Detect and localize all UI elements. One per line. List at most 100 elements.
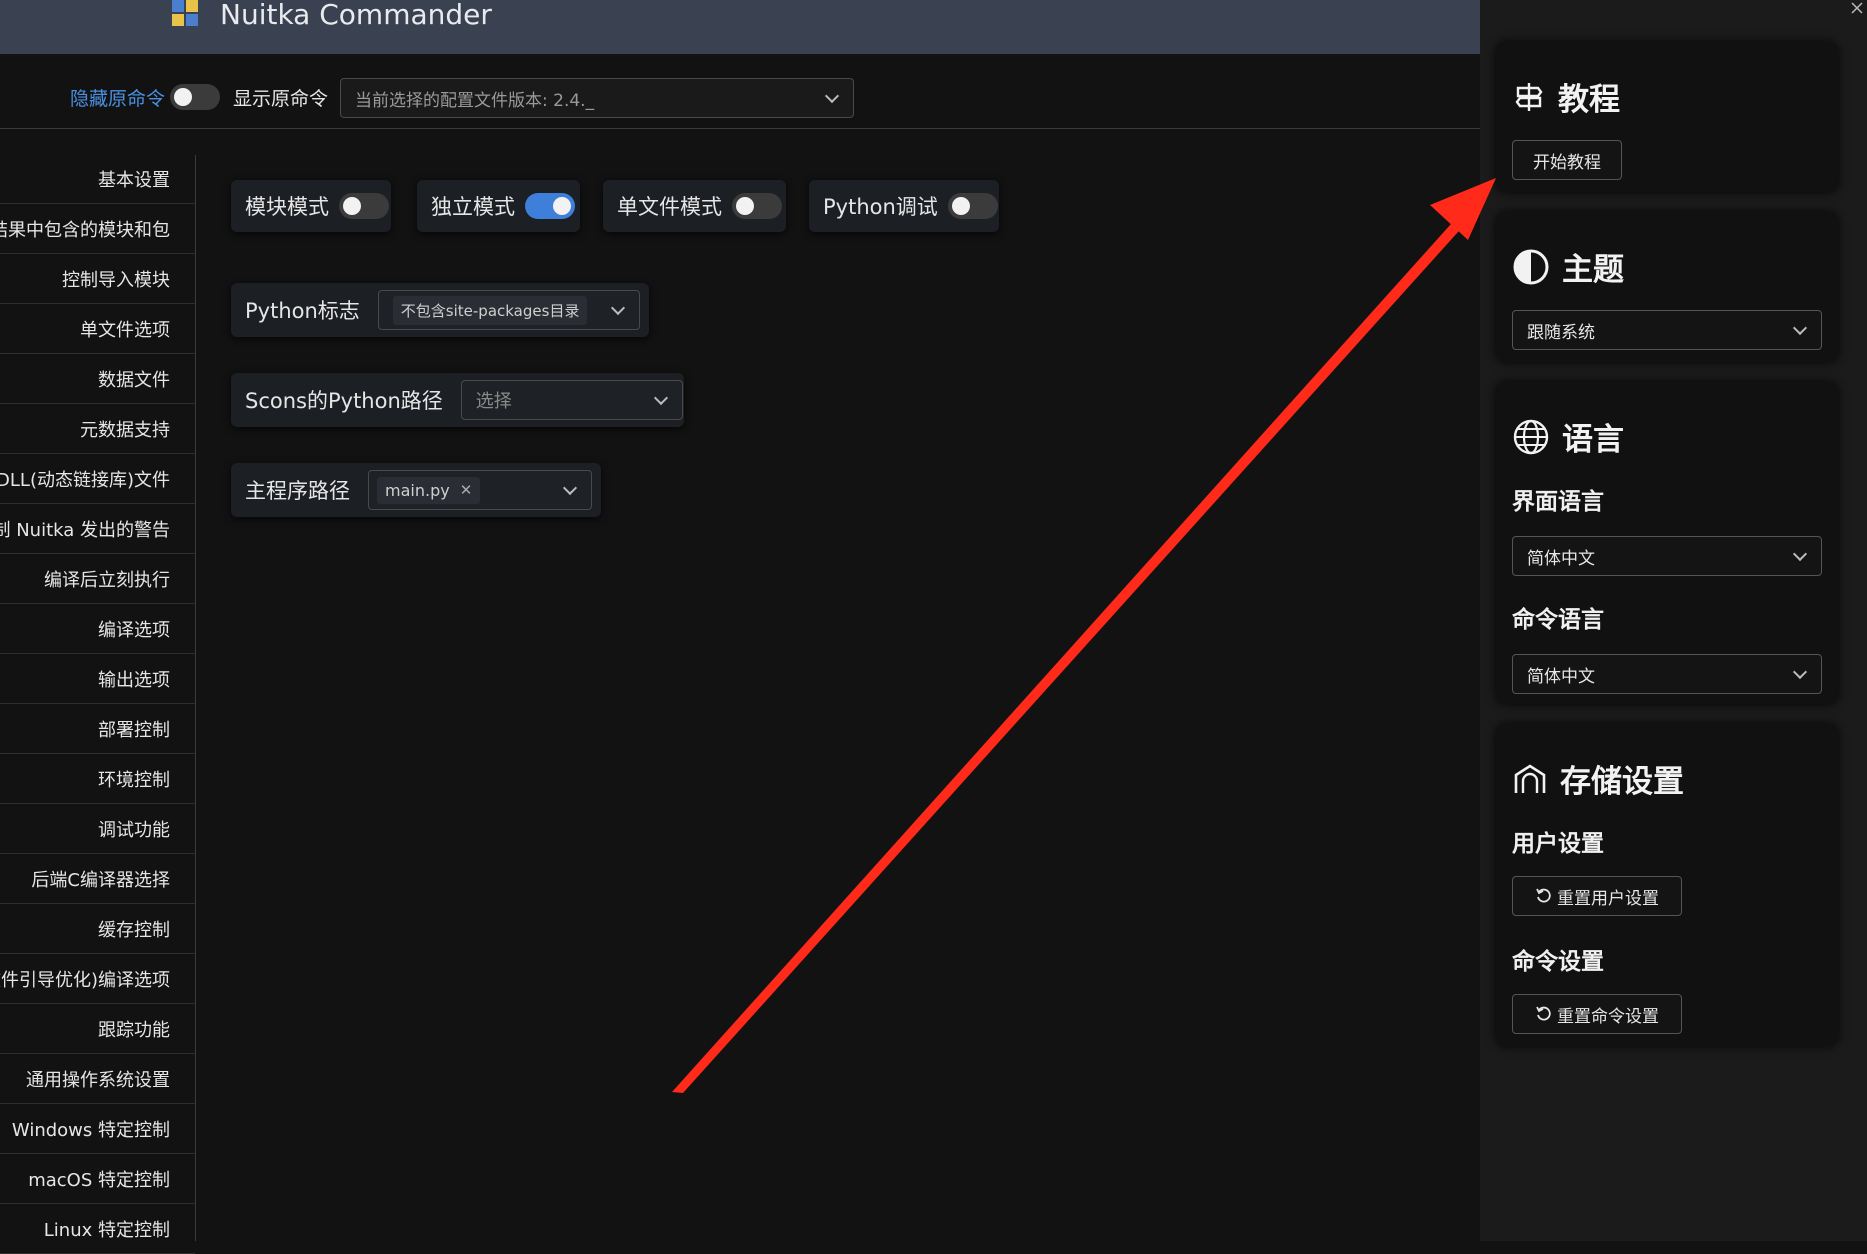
sidebar-item-dll[interactable]: DLL(动态链接库)文件 <box>0 455 195 504</box>
reset-icon <box>1536 1006 1551 1021</box>
sidebar-item-onefile[interactable]: 单文件选项 <box>0 305 195 354</box>
show-command-label[interactable]: 显示原命令 <box>233 84 328 111</box>
toggle-knob <box>736 197 754 215</box>
reset-user-settings-button[interactable]: 重置用户设置 <box>1512 876 1682 916</box>
sidebar-item-os[interactable]: 通用操作系统设置 <box>0 1055 195 1104</box>
remove-tag-icon[interactable]: ✕ <box>460 481 473 499</box>
sidebar-item-modules[interactable]: 结果中包含的模块和包 <box>0 205 195 254</box>
sidebar-item-compile[interactable]: 编译选项 <box>0 605 195 654</box>
onefile-mode-toggle[interactable] <box>732 193 782 219</box>
sidebar-item-basic[interactable]: 基本设置 <box>0 155 195 204</box>
sidebar-item-run-after[interactable]: 编译后立刻执行 <box>0 555 195 604</box>
sidebar-item-metadata[interactable]: 元数据支持 <box>0 405 195 454</box>
scons-path-label: Scons的Python路径 <box>245 389 443 413</box>
sidebar-item-debug[interactable]: 调试功能 <box>0 805 195 854</box>
sidebar-item-label: 控制导入模块 <box>62 270 170 291</box>
sidebar-item-warnings[interactable]: 控制 Nuitka 发出的警告 <box>0 505 195 554</box>
scons-path-select[interactable]: 选择 <box>460 380 683 420</box>
reset-command-settings-button[interactable]: 重置命令设置 <box>1512 994 1682 1034</box>
python-debug-toggle[interactable] <box>947 193 998 219</box>
main-path-select[interactable]: main.py ✕ <box>368 470 592 510</box>
storage-card: 存储设置 用户设置 重置用户设置 命令设置 重置命令设置 <box>1496 724 1838 1046</box>
sidebar-item-windows[interactable]: Windows 特定控制 <box>0 1105 195 1154</box>
sidebar-item-deploy[interactable]: 部署控制 <box>0 705 195 754</box>
main-path-value: main.py <box>385 480 450 500</box>
python-flag-tag: 不包含site-packages目录 <box>392 295 588 325</box>
command-settings-label: 命令设置 <box>1512 949 1604 975</box>
module-mode-toggle[interactable] <box>339 193 389 219</box>
sidebar-item-label: 通用操作系统设置 <box>26 1070 170 1091</box>
sidebar-item-label: PGO(配置文件引导优化)编译选项 <box>0 970 170 991</box>
language-heading: 语言 <box>1512 414 1624 459</box>
sidebar-item-pgo[interactable]: PGO(配置文件引导优化)编译选项 <box>0 955 195 1004</box>
close-icon[interactable] <box>1849 0 1865 16</box>
onefile-mode-label: 单文件模式 <box>617 195 722 219</box>
standalone-mode-toggle[interactable] <box>525 193 575 219</box>
python-flag-card: Python标志 不包含site-packages目录 <box>231 283 649 337</box>
sidebar-item-linux[interactable]: Linux 特定控制 <box>0 1205 195 1254</box>
standalone-mode-card: 独立模式 <box>417 180 580 232</box>
chevron-down-icon <box>1792 546 1808 562</box>
hide-command-label[interactable]: 隐藏原命令 <box>70 84 165 111</box>
storage-title: 存储设置 <box>1560 764 1684 800</box>
sidebar-item-import-control[interactable]: 控制导入模块 <box>0 255 195 304</box>
title-bar: Nuitka Commander <box>0 0 1480 54</box>
main-path-tag: main.py ✕ <box>377 476 481 504</box>
config-version-select[interactable]: 当前选择的配置文件版本: 2.4._ <box>340 78 854 118</box>
scons-path-placeholder: 选择 <box>475 391 512 412</box>
toggle-knob <box>174 88 192 106</box>
python-flag-select[interactable]: 不包含site-packages目录 <box>377 290 640 330</box>
sidebar-item-label: 跟踪功能 <box>98 1020 170 1041</box>
theme-title: 主题 <box>1562 252 1624 288</box>
sidebar-item-label: 编译选项 <box>98 620 170 641</box>
app-logo-icon <box>172 0 198 26</box>
sidebar-item-label: DLL(动态链接库)文件 <box>0 470 170 491</box>
signpost-icon <box>1515 82 1543 111</box>
start-tutorial-button[interactable]: 开始教程 <box>1512 140 1622 180</box>
main-path-label: 主程序路径 <box>245 479 350 503</box>
chevron-down-icon <box>562 480 578 496</box>
top-toolbar: 隐藏原命令 显示原命令 当前选择的配置文件版本: 2.4._ <box>0 54 1480 130</box>
sidebar-item-label: 基本设置 <box>98 170 170 191</box>
sidebar-item-label: 控制 Nuitka 发出的警告 <box>0 520 170 541</box>
ui-language-select[interactable]: 简体中文 <box>1512 536 1822 576</box>
command-language-value: 简体中文 <box>1527 666 1595 687</box>
theme-value: 跟随系统 <box>1527 322 1595 343</box>
chevron-down-icon <box>1792 664 1808 680</box>
sidebar-item-label: 数据文件 <box>98 370 170 391</box>
start-tutorial-label: 开始教程 <box>1533 152 1601 173</box>
sidebar-item-label: 缓存控制 <box>98 920 170 941</box>
python-debug-card: Python调试 <box>809 180 999 232</box>
chevron-down-icon <box>653 390 668 406</box>
sidebar-item-tracing[interactable]: 跟踪功能 <box>0 1005 195 1054</box>
chevron-down-icon <box>1792 320 1808 336</box>
sidebar-item-label: 调试功能 <box>98 820 170 841</box>
language-title: 语言 <box>1562 422 1624 458</box>
reset-icon <box>1536 888 1551 903</box>
storage-heading: 存储设置 <box>1512 756 1684 801</box>
theme-select[interactable]: 跟随系统 <box>1512 310 1822 350</box>
theme-card: 主题 跟随系统 <box>1496 212 1838 362</box>
sidebar-item-label: Windows 特定控制 <box>11 1120 170 1141</box>
main-path-card: 主程序路径 main.py ✕ <box>231 463 601 517</box>
contrast-icon <box>1513 249 1549 284</box>
sidebar-item-cache[interactable]: 缓存控制 <box>0 905 195 954</box>
sidebar-item-c-compiler[interactable]: 后端C编译器选择 <box>0 855 195 904</box>
standalone-mode-label: 独立模式 <box>431 195 515 219</box>
theme-heading: 主题 <box>1512 244 1624 289</box>
toggle-knob <box>951 197 970 215</box>
python-flag-value: 不包含site-packages目录 <box>400 301 580 320</box>
command-toggle[interactable] <box>170 84 220 110</box>
sidebar-item-environment[interactable]: 环境控制 <box>0 755 195 804</box>
command-language-select[interactable]: 简体中文 <box>1512 654 1822 694</box>
arrow-shaft <box>672 205 1476 1093</box>
module-mode-label: 模块模式 <box>245 195 329 219</box>
sidebar-item-macos[interactable]: macOS 特定控制 <box>0 1155 195 1204</box>
language-card: 语言 界面语言 简体中文 命令语言 简体中文 <box>1496 382 1838 704</box>
sidebar-item-label: 结果中包含的模块和包 <box>0 220 170 241</box>
sidebar-item-label: 元数据支持 <box>80 420 170 441</box>
sidebar-item-output[interactable]: 输出选项 <box>0 655 195 704</box>
user-settings-label: 用户设置 <box>1512 831 1604 857</box>
sidebar-item-data-files[interactable]: 数据文件 <box>0 355 195 404</box>
sidebar: 基本设置 结果中包含的模块和包 控制导入模块 单文件选项 数据文件 元数据支持 … <box>0 155 196 1254</box>
